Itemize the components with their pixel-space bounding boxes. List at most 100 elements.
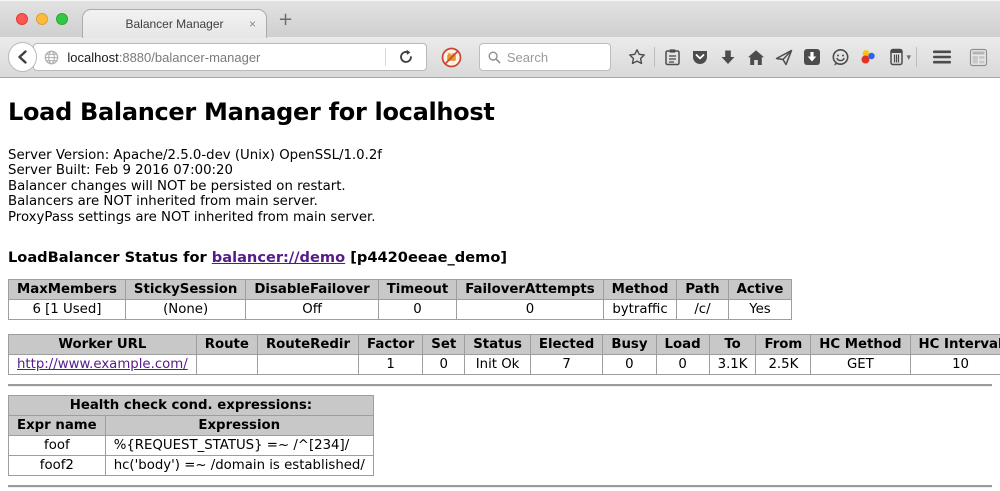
table-title-row: Health check cond. expressions: [9,396,374,416]
proxypass-notice-line: ProxyPass settings are NOT inherited fro… [8,210,992,225]
url-text[interactable]: localhost:8880/balancer-manager [67,50,379,65]
navigation-toolbar: localhost:8880/balancer-manager [0,37,1000,78]
section-divider [8,384,992,387]
col-active: Active [728,280,792,300]
plugin-blocked-button[interactable] [437,43,464,71]
back-icon [15,49,31,65]
col-path: Path [677,280,728,300]
colored-dots-addon-button[interactable] [854,43,882,71]
reading-list-button[interactable] [658,43,686,71]
downloads-button[interactable] [714,43,742,71]
cell-method: bytraffic [603,300,677,320]
reload-button[interactable] [392,43,420,71]
table-header-row: MaxMembers StickySession DisableFailover… [9,280,792,300]
video-download-helper-button[interactable] [798,43,826,71]
star-icon [628,48,646,66]
download-arrow-icon [720,49,736,66]
smiley-icon [831,48,850,67]
cell-route [196,355,257,375]
cell-expr-name: foof2 [9,456,106,476]
col-disablefailover: DisableFailover [246,280,378,300]
table-row: foof %{REQUEST_STATUS} =~ /^[234]/ [9,436,374,456]
col-from: From [756,335,811,355]
worker-url-link[interactable]: http://www.example.com/ [17,357,188,372]
page-content: Load Balancer Manager for localhost Serv… [0,78,1000,491]
cell-failoverattempts: 0 [457,300,603,320]
col-maxmembers: MaxMembers [9,280,126,300]
col-factor: Factor [359,335,423,355]
traffic-lights [16,13,68,25]
zoom-window-button[interactable] [56,13,68,25]
bottom-divider [8,485,992,488]
browser-window: Balancer Manager × + localhost:8880/bala… [0,0,1000,491]
col-expression: Expression [105,416,373,436]
cell-disablefailover: Off [246,300,378,320]
search-input[interactable] [507,50,602,65]
col-hc-method: HC Method [811,335,910,355]
health-check-table: Health check cond. expressions: Expr nam… [8,395,374,476]
flash-blocked-icon [441,47,462,68]
send-tab-button[interactable] [770,43,798,71]
url-bar[interactable]: localhost:8880/balancer-manager [33,43,427,71]
balancers-notice-line: Balancers are NOT inherited from main se… [8,194,992,209]
page-title: Load Balancer Manager for localhost [8,98,992,126]
cell-elected: 7 [530,355,602,375]
col-worker-url: Worker URL [9,335,197,355]
tab-balancer-manager[interactable]: Balancer Manager × [82,9,267,38]
colored-dots-icon [859,48,877,66]
dark-download-badge-icon [803,48,821,66]
cell-stickysession: (None) [125,300,245,320]
reload-icon [398,49,414,65]
health-check-section: Health check cond. expressions: Expr nam… [8,395,992,476]
pocket-button[interactable] [686,43,714,71]
cell-worker-url: http://www.example.com/ [9,355,197,375]
cell-expr-name: foof [9,436,106,456]
cell-hc-interval: 10 [910,355,1000,375]
minimize-window-button[interactable] [36,13,48,25]
tab-close-icon[interactable]: × [249,17,256,31]
bookmark-star-button[interactable] [623,43,651,71]
balancer-settings-table: MaxMembers StickySession DisableFailover… [8,279,792,320]
col-set: Set [423,335,465,355]
status-prefix: LoadBalancer Status for [8,249,212,266]
cell-to: 3.1K [709,355,756,375]
page-thumbnail-button[interactable] [964,43,992,71]
url-host: localhost [67,50,118,65]
col-load: Load [656,335,709,355]
col-route: Route [196,335,257,355]
col-routeredir: RouteRedir [257,335,358,355]
home-icon [747,49,765,66]
cell-routeredir [257,355,358,375]
col-status: Status [465,335,531,355]
new-tab-button[interactable]: + [278,11,293,29]
worker-row: http://www.example.com/ 1 0 Init Ok 7 0 … [9,355,1000,375]
urlbar-divider [385,48,386,66]
menu-button[interactable] [928,43,956,71]
cell-load: 0 [656,355,709,375]
chat-smiley-button[interactable] [826,43,854,71]
col-elected: Elected [530,335,602,355]
worker-section: Worker URL Route RouteRedir Factor Set S… [8,334,992,375]
globe-icon [44,50,59,65]
home-button[interactable] [742,43,770,71]
col-to: To [709,335,756,355]
container-icon [889,48,904,66]
cell-busy: 0 [603,355,656,375]
status-suffix: [p4420eeae_demo] [345,249,507,266]
cell-path: /c/ [677,300,728,320]
cell-expression: hc('body') =~ /domain is established/ [105,456,373,476]
toolbar-icons: ▾ [623,43,992,71]
paper-plane-icon [775,49,793,66]
cell-status: Init Ok [465,355,531,375]
clipboard-icon [664,48,681,66]
hamburger-icon [932,49,952,65]
search-box[interactable] [479,43,612,71]
worker-table: Worker URL Route RouteRedir Factor Set S… [8,334,1000,375]
table-row: foof2 hc('body') =~ /domain is establish… [9,456,374,476]
balancer-demo-link[interactable]: balancer://demo [212,249,345,266]
cell-expression: %{REQUEST_STATUS} =~ /^[234]/ [105,436,373,456]
close-window-button[interactable] [16,13,28,25]
addon-dropdown-caret[interactable]: ▾ [906,52,911,63]
cell-timeout: 0 [378,300,456,320]
cell-maxmembers: 6 [1 Used] [9,300,126,320]
